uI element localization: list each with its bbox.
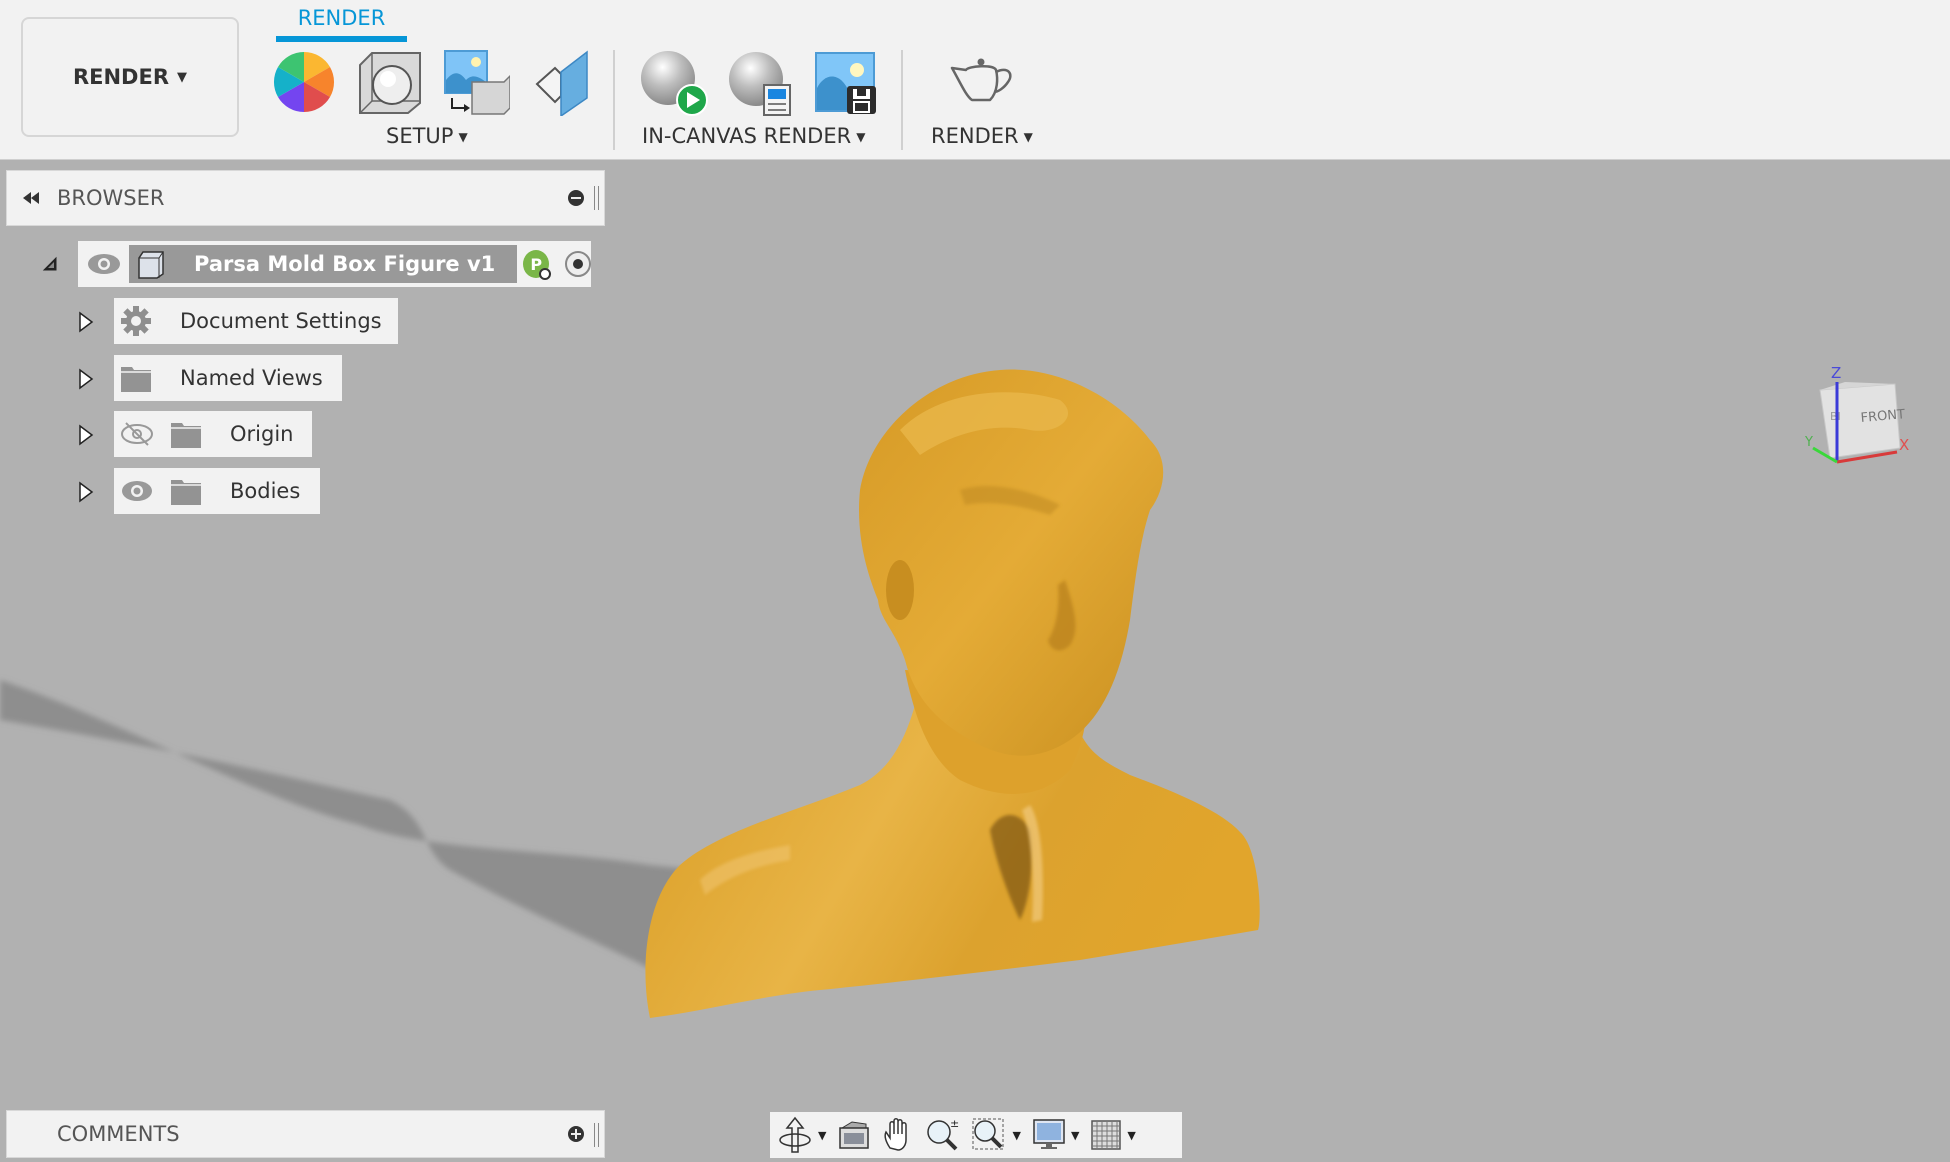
pan-button[interactable] bbox=[882, 1118, 914, 1152]
eye-icon[interactable] bbox=[84, 250, 121, 278]
axis-y-label: Y bbox=[1804, 435, 1813, 450]
chevron-down-icon[interactable]: ▼ bbox=[1127, 1129, 1135, 1142]
appearance-icon[interactable] bbox=[273, 51, 335, 113]
fit-icon bbox=[972, 1118, 1004, 1150]
item-label: Document Settings bbox=[180, 309, 382, 333]
group-divider bbox=[901, 50, 903, 150]
in-canvas-render-label: IN-CANVAS RENDER bbox=[642, 124, 852, 148]
folder-icon bbox=[121, 367, 151, 392]
component-icon bbox=[138, 251, 164, 279]
navigation-toolbar: ▼ ± ▼ ▼ ▼ bbox=[770, 1112, 1182, 1158]
zoom-icon: ± bbox=[927, 1118, 960, 1151]
comments-title: COMMENTS bbox=[57, 1122, 180, 1146]
chevron-down-icon: ▼ bbox=[1023, 130, 1033, 144]
eye-hidden-icon[interactable] bbox=[120, 420, 154, 448]
chevron-down-icon[interactable]: ▼ bbox=[1012, 1129, 1020, 1142]
look-at-icon bbox=[839, 1121, 870, 1149]
expand-triangle-icon[interactable] bbox=[78, 311, 94, 333]
in-canvas-render-menu[interactable]: IN-CANVAS RENDER ▼ bbox=[642, 124, 865, 148]
grid-settings-button[interactable]: ▼ bbox=[1091, 1120, 1136, 1150]
chevron-down-icon: ▼ bbox=[856, 130, 866, 144]
root-name-box: Parsa Mold Box Figure v1 bbox=[129, 245, 518, 283]
look-at-button[interactable] bbox=[838, 1120, 870, 1150]
render-label: RENDER bbox=[931, 124, 1019, 148]
user-badge[interactable]: P bbox=[523, 250, 552, 280]
browser-root-item[interactable]: Parsa Mold Box Figure v1 P bbox=[78, 241, 591, 287]
item-label: Named Views bbox=[180, 366, 323, 390]
model-shadow bbox=[0, 680, 700, 990]
comments-header: COMMENTS bbox=[6, 1110, 605, 1158]
browser-title: BROWSER bbox=[57, 186, 165, 210]
svg-text:±: ± bbox=[950, 1118, 959, 1130]
in-canvas-render-icon[interactable] bbox=[640, 50, 708, 116]
panel-resize-grip[interactable] bbox=[594, 1123, 599, 1147]
orbit-button[interactable]: ▼ bbox=[778, 1116, 826, 1154]
display-settings-button[interactable]: ▼ bbox=[1033, 1119, 1079, 1151]
setup-menu[interactable]: SETUP ▼ bbox=[386, 124, 468, 148]
browser-item-named-views[interactable]: Named Views bbox=[114, 355, 342, 401]
setup-label: SETUP bbox=[386, 124, 454, 148]
browser-item-bodies[interactable]: Bodies bbox=[114, 468, 320, 514]
capture-image-icon[interactable] bbox=[815, 52, 877, 114]
viewcube-front-label: FRONT bbox=[1860, 407, 1906, 426]
expand-triangle-icon[interactable] bbox=[78, 368, 94, 390]
chevron-down-icon[interactable]: ▼ bbox=[1071, 1129, 1079, 1142]
chevron-down-icon[interactable]: ▼ bbox=[818, 1129, 826, 1142]
chevron-down-icon: ▼ bbox=[177, 69, 188, 85]
folder-icon bbox=[171, 480, 201, 505]
activate-radio-icon[interactable] bbox=[563, 249, 591, 279]
expanded-triangle-icon[interactable] bbox=[42, 256, 58, 272]
chevron-down-icon: ▼ bbox=[458, 130, 468, 144]
panel-resize-grip[interactable] bbox=[594, 186, 599, 210]
status-dot bbox=[539, 268, 552, 280]
render-menu[interactable]: RENDER ▼ bbox=[931, 124, 1033, 148]
orbit-icon bbox=[779, 1116, 811, 1153]
group-divider bbox=[613, 50, 615, 150]
workspace-switcher[interactable]: RENDER ▼ bbox=[21, 17, 239, 137]
axis-x-label: X bbox=[1899, 436, 1909, 454]
fit-button[interactable]: ▼ bbox=[972, 1118, 1021, 1152]
display-settings-icon bbox=[1033, 1119, 1065, 1149]
in-canvas-render-settings-icon[interactable] bbox=[728, 51, 794, 117]
viewcube: FRONT BI Z X Y bbox=[1804, 364, 1909, 464]
viewcube-back-label: BI bbox=[1830, 410, 1841, 423]
root-label: Parsa Mold Box Figure v1 bbox=[194, 252, 496, 276]
active-tab-indicator bbox=[276, 36, 407, 42]
collapse-panel-icon[interactable] bbox=[21, 188, 41, 208]
decal-icon[interactable] bbox=[535, 50, 589, 116]
texture-map-controls-icon[interactable] bbox=[444, 50, 510, 116]
expand-triangle-icon[interactable] bbox=[78, 424, 94, 446]
browser-item-origin[interactable]: Origin bbox=[114, 411, 312, 457]
item-label: Origin bbox=[230, 422, 294, 446]
grid-settings-icon bbox=[1091, 1120, 1122, 1150]
minimize-icon[interactable] bbox=[568, 190, 584, 206]
folder-icon bbox=[171, 423, 201, 448]
browser-item-document-settings[interactable]: Document Settings bbox=[114, 298, 398, 344]
tab-render-label: RENDER bbox=[297, 6, 386, 30]
axis-z-label: Z bbox=[1831, 364, 1841, 382]
gear-icon bbox=[121, 306, 151, 336]
item-label: Bodies bbox=[230, 479, 301, 503]
expand-triangle-icon[interactable] bbox=[78, 481, 94, 503]
scene-settings-icon[interactable] bbox=[358, 51, 422, 115]
render-teapot-icon[interactable] bbox=[950, 58, 1014, 104]
eye-icon[interactable] bbox=[120, 477, 154, 505]
pan-icon bbox=[884, 1118, 908, 1151]
browser-header: BROWSER bbox=[6, 170, 605, 226]
toolbar-ribbon: RENDER ▼ RENDER SETUP ▼ IN-CANVAS RENDER… bbox=[0, 0, 1950, 160]
workspace-label: RENDER bbox=[72, 65, 170, 89]
tab-render[interactable]: RENDER bbox=[276, 4, 407, 42]
add-comment-icon[interactable] bbox=[568, 1126, 584, 1142]
zoom-button[interactable]: ± bbox=[926, 1118, 960, 1152]
